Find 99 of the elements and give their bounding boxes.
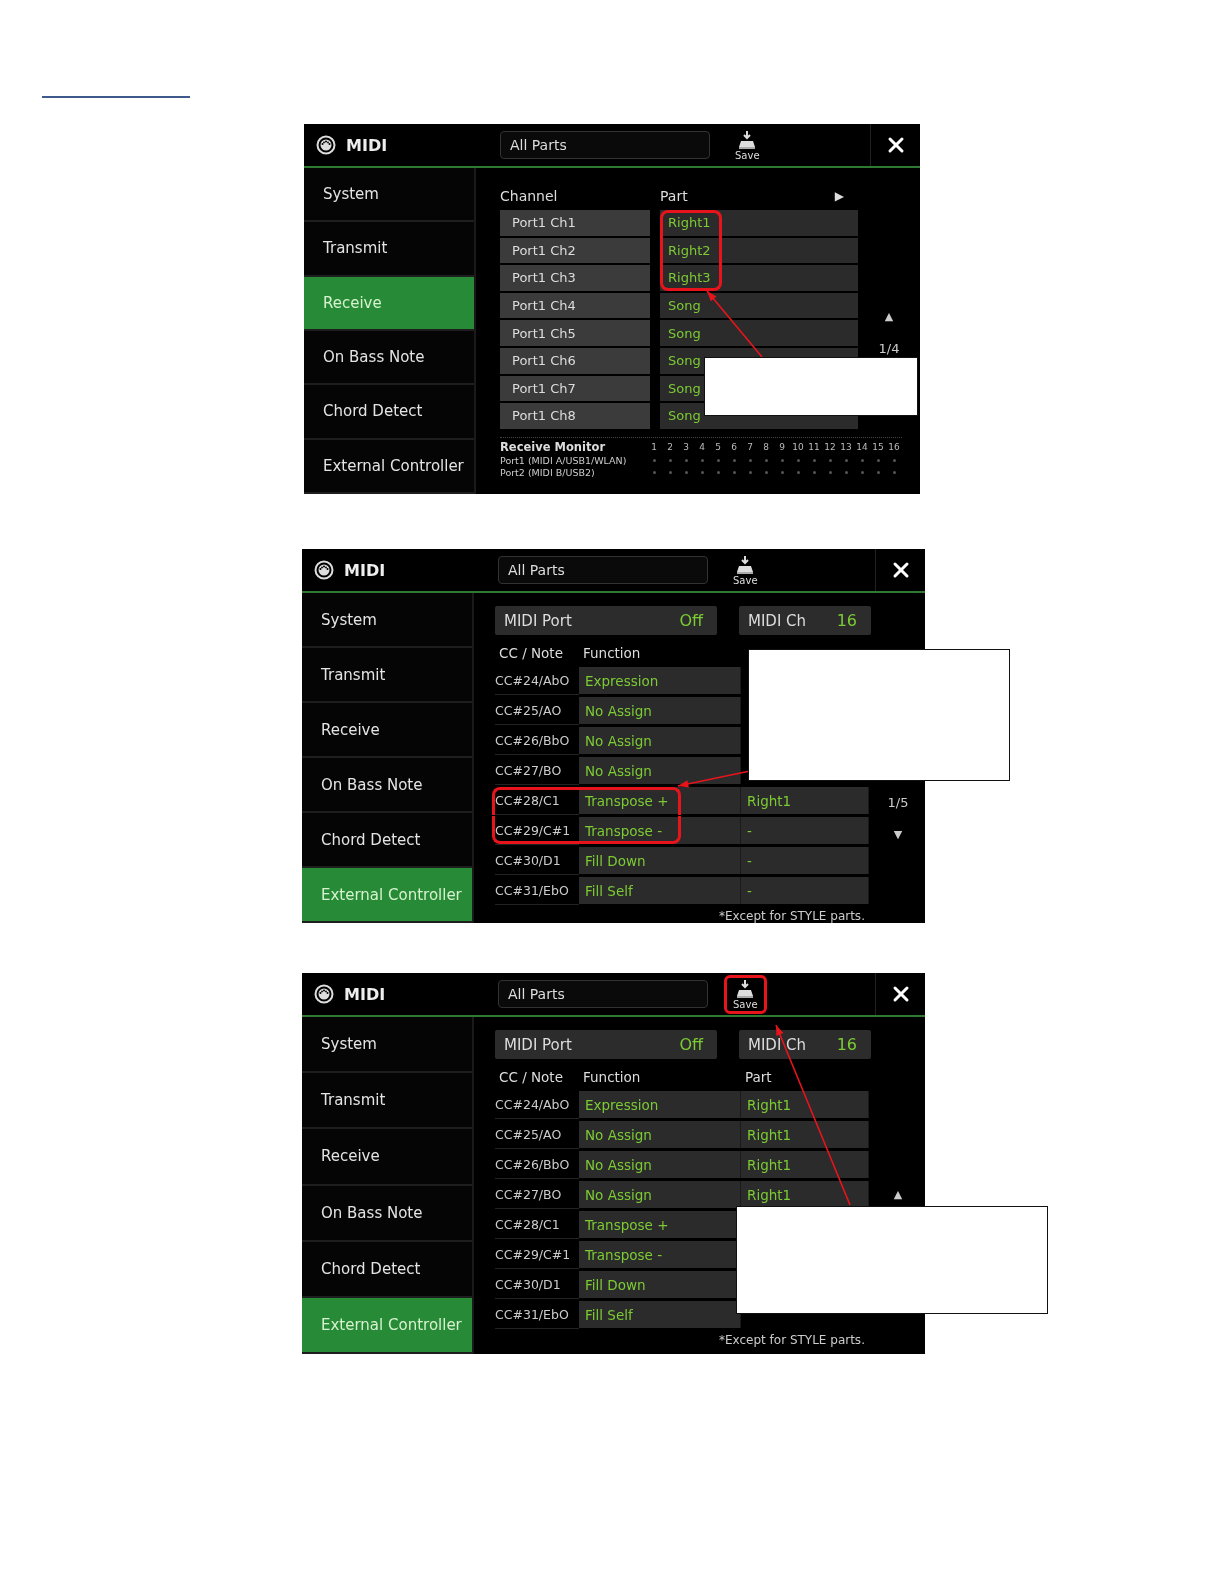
channel-cell: Port1 Ch2 <box>500 237 650 264</box>
menu-item[interactable]: System <box>302 593 472 648</box>
port-label: Port2 (MIDI B/USB2) <box>500 466 596 478</box>
column-header: CC / Note <box>498 644 564 663</box>
part-cell[interactable]: Song <box>660 292 858 319</box>
channel-number: 12 <box>823 441 837 452</box>
column-header: CC / Note <box>498 1068 564 1087</box>
menu-item[interactable]: On Bass Note <box>302 1185 472 1242</box>
menu-item[interactable]: Chord Detect <box>302 813 472 868</box>
function-cell[interactable]: No Assign <box>579 757 741 784</box>
channel-number: 9 <box>778 441 786 452</box>
save-button[interactable]: Save <box>726 125 769 165</box>
column-header: Function <box>582 644 642 663</box>
function-cell[interactable]: Expression <box>579 667 741 694</box>
function-cell[interactable]: Expression <box>579 1091 741 1118</box>
menu-item[interactable]: Receive <box>304 276 474 331</box>
menu-item[interactable]: Transmit <box>302 1073 472 1130</box>
part-cell[interactable]: Song <box>660 320 858 346</box>
part-cell[interactable]: Right1 <box>741 787 869 814</box>
part-cell[interactable]: Right1 <box>741 1181 869 1208</box>
function-cell[interactable]: No Assign <box>579 1181 741 1208</box>
footnote: *Except for STYLE parts. <box>719 1333 865 1347</box>
monitor-title: Receive Monitor <box>500 439 607 454</box>
page-down-button[interactable]: ▼ <box>893 827 903 841</box>
midi-port-field[interactable]: MIDI Port Off <box>495 1030 717 1059</box>
midi-port-field[interactable]: MIDI Port Off <box>495 606 717 635</box>
menu-item[interactable]: External Controller <box>302 868 472 923</box>
function-cell[interactable]: Fill Self <box>579 877 741 904</box>
part-cell[interactable]: Right2 <box>660 237 858 264</box>
menu-item[interactable]: System <box>302 1017 472 1074</box>
menu-item[interactable]: Receive <box>302 1129 472 1186</box>
part-dropdown[interactable]: All Parts <box>498 980 708 1008</box>
menu-item[interactable]: External Controller <box>304 439 474 494</box>
function-cell[interactable]: Transpose + <box>579 787 741 814</box>
next-arrow[interactable]: ▶ <box>834 182 844 210</box>
screen-title: MIDI <box>344 984 386 1004</box>
part-cell[interactable]: - <box>741 817 869 844</box>
channel-number: 5 <box>714 441 722 452</box>
part-cell[interactable]: Right3 <box>660 265 858 291</box>
port-label: Port1 (MIDI A/USB1/WLAN) <box>500 454 628 466</box>
part-dropdown[interactable]: All Parts <box>500 131 710 159</box>
column-header: Function <box>582 1068 642 1087</box>
save-button[interactable]: Save <box>724 974 767 1014</box>
function-cell[interactable]: No Assign <box>579 1151 741 1178</box>
midi-channel-field[interactable]: MIDI Ch 16 <box>739 606 871 635</box>
channel-number: 10 <box>791 441 805 452</box>
column-header: Channel <box>500 187 559 206</box>
part-cell[interactable]: - <box>741 847 869 874</box>
channel-number: 6 <box>730 441 738 452</box>
channel-number: 8 <box>762 441 770 452</box>
menu-item[interactable]: System <box>304 168 474 223</box>
channel-cell: Port1 Ch7 <box>500 375 650 402</box>
part-cell[interactable]: Right1 <box>741 1121 869 1148</box>
footnote: *Except for STYLE parts. <box>719 909 865 923</box>
channel-cell: Port1 Ch5 <box>500 320 650 346</box>
page-number: 1/4 <box>878 340 900 356</box>
page-number: 1/5 <box>887 794 909 810</box>
menu-item[interactable]: Transmit <box>302 648 472 703</box>
menu-item[interactable]: On Bass Note <box>304 331 474 386</box>
part-cell[interactable]: Right1 <box>741 1091 869 1118</box>
function-cell[interactable]: Fill Self <box>579 1301 741 1328</box>
channel-number: 2 <box>666 441 674 452</box>
menu-item[interactable]: Chord Detect <box>302 1241 472 1298</box>
part-cell[interactable]: Right1 <box>741 1151 869 1178</box>
part-dropdown[interactable]: All Parts <box>498 556 708 584</box>
part-cell[interactable]: Right1 <box>660 210 858 236</box>
page-up-button[interactable]: ▲ <box>884 309 894 323</box>
menu-item[interactable]: On Bass Note <box>302 758 472 813</box>
menu-item[interactable]: Chord Detect <box>304 385 474 440</box>
channel-number: 1 <box>650 441 658 452</box>
menu-item[interactable]: External Controller <box>302 1297 472 1355</box>
function-cell[interactable]: Fill Down <box>579 847 741 874</box>
channel-cell: Port1 Ch1 <box>500 210 650 236</box>
channel-number: 16 <box>887 441 901 452</box>
channel-number: 13 <box>839 441 853 452</box>
column-header: Part <box>744 1068 773 1087</box>
screen-title: MIDI <box>346 135 388 155</box>
function-cell[interactable]: No Assign <box>579 1121 741 1148</box>
channel-number: 14 <box>855 441 869 452</box>
function-cell[interactable]: No Assign <box>579 697 741 724</box>
column-header: Part <box>660 187 688 206</box>
channel-cell: Port1 Ch4 <box>500 292 650 319</box>
part-cell[interactable]: - <box>741 877 869 904</box>
channel-number: 11 <box>807 441 821 452</box>
menu-item[interactable]: Receive <box>302 703 472 758</box>
channel-number: 3 <box>682 441 690 452</box>
channel-number: 7 <box>746 441 754 452</box>
function-cell[interactable]: No Assign <box>579 727 741 754</box>
save-button[interactable]: Save <box>724 550 767 590</box>
channel-number: 15 <box>871 441 885 452</box>
page-up-button[interactable]: ▲ <box>893 1187 903 1201</box>
channel-cell: Port1 Ch8 <box>500 403 650 429</box>
function-cell[interactable]: Transpose - <box>579 817 741 844</box>
channel-number: 4 <box>698 441 706 452</box>
midi-channel-field[interactable]: MIDI Ch 16 <box>739 1030 871 1059</box>
menu-item[interactable]: Transmit <box>304 222 474 277</box>
channel-cell: Port1 Ch3 <box>500 265 650 291</box>
screen-title: MIDI <box>344 560 386 580</box>
channel-cell: Port1 Ch6 <box>500 347 650 374</box>
